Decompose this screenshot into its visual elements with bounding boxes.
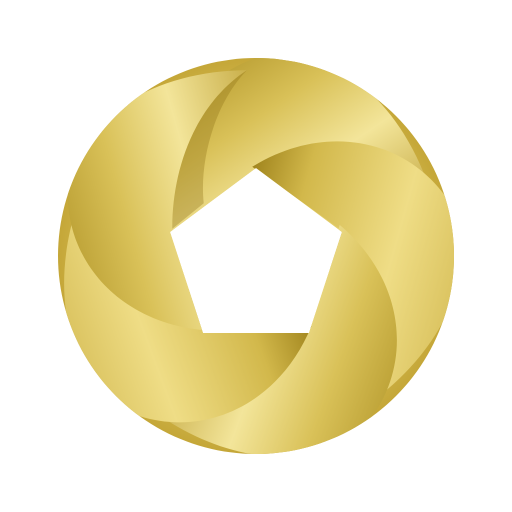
golden-aperture-ring-icon [58, 58, 455, 454]
aperture-blades [58, 58, 455, 454]
app-icon-canvas [0, 0, 512, 512]
